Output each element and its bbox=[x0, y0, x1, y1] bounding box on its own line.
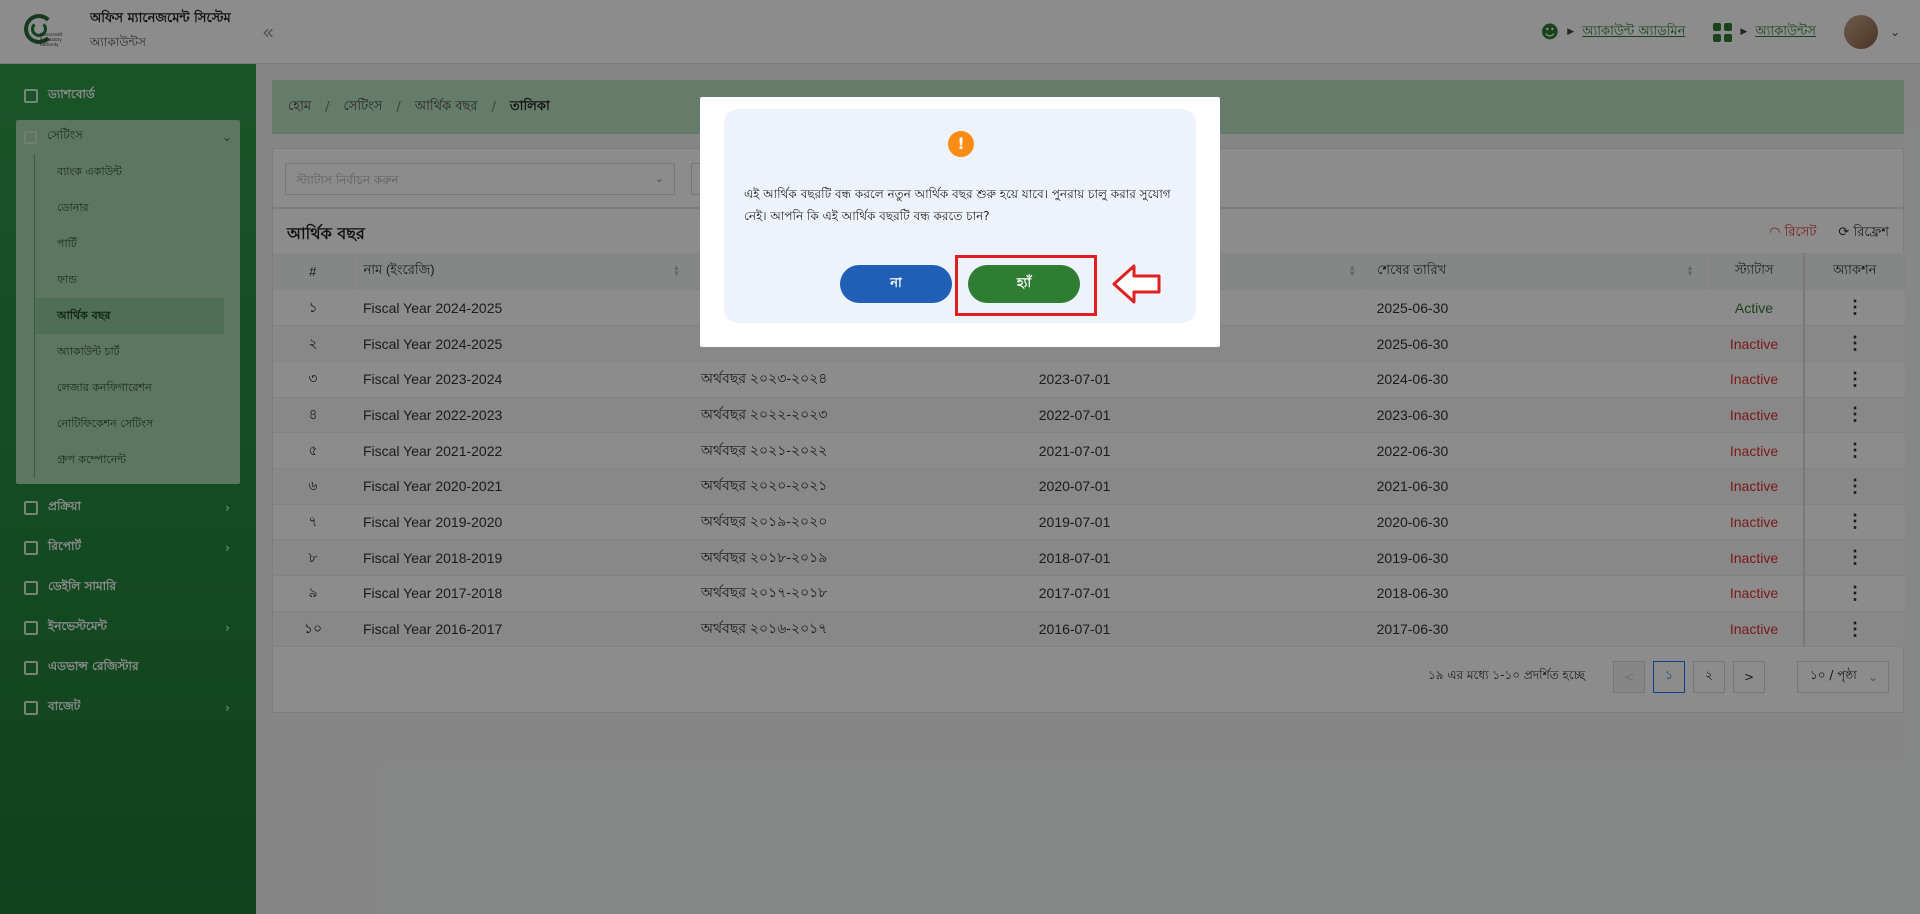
confirm-message: এই আর্থিক বছরটি বন্ধ করলে নতুন আর্থিক বছ… bbox=[744, 187, 1171, 223]
pointer-arrow-icon bbox=[1112, 264, 1161, 304]
warning-icon: ! bbox=[948, 131, 974, 157]
highlight-box bbox=[955, 255, 1097, 316]
cancel-button[interactable]: না bbox=[840, 265, 952, 303]
